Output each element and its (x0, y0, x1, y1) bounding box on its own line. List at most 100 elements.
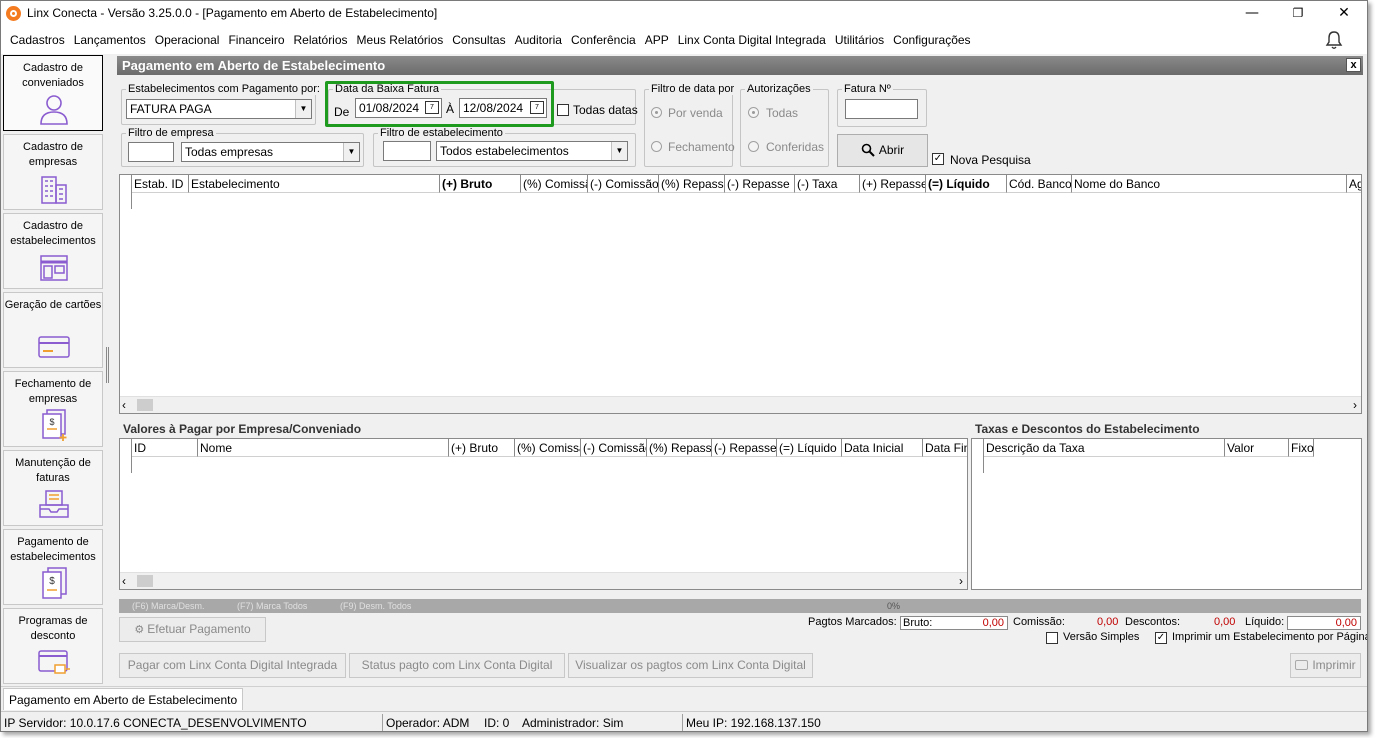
valores-grid[interactable]: ID Nome (+) Bruto (%) Comissão (-) Comis… (119, 438, 968, 590)
sidebar-item-estabelecimentos[interactable]: Cadastro de estabelecimentos (3, 213, 103, 289)
col-bruto[interactable]: (+) Bruto (449, 439, 515, 457)
minimize-button[interactable]: — (1229, 1, 1275, 26)
tab-pagamento-aberto[interactable]: Pagamento em Aberto de Estabelecimento (3, 688, 244, 710)
todas-datas-checkbox[interactable] (557, 104, 569, 116)
empresa-code-input[interactable] (128, 142, 174, 162)
sidebar-item-empresas[interactable]: Cadastro de empresas (3, 134, 103, 210)
col-agencia[interactable]: Ag (1347, 175, 1361, 193)
status-bar: IP Servidor: 10.0.17.6 CONECTA_DESENVOLV… (1, 711, 1367, 731)
sidebar-item-fechamento[interactable]: Fechamento de empresas $ (3, 371, 103, 447)
menu-cadastros[interactable]: Cadastros (10, 33, 65, 47)
col-bruto[interactable]: (+) Bruto (440, 175, 521, 193)
restore-button[interactable]: ❐ (1275, 1, 1321, 26)
estab-pagamento-select[interactable]: FATURA PAGA ▼ (126, 99, 312, 119)
sidebar-item-pagamento[interactable]: Pagamento de estabelecimentos $ (3, 529, 103, 605)
col-liquido[interactable]: (=) Líquido (777, 439, 842, 457)
versao-simples-checkbox[interactable] (1046, 632, 1058, 644)
visualizar-pagtos-button[interactable]: Visualizar os pagtos com Linx Conta Digi… (568, 653, 813, 678)
efetuar-pagamento-button[interactable]: ⚙ Efetuar Pagamento (119, 617, 266, 642)
col-perc-repasse[interactable]: (%) Repasse (659, 175, 725, 193)
status-pagto-button[interactable]: Status pagto com Linx Conta Digital (349, 653, 565, 678)
sidebar-item-cartoes[interactable]: Geração de cartões (3, 292, 103, 368)
panel-close-button[interactable]: x (1346, 58, 1361, 72)
col-valor[interactable]: Valor (1225, 439, 1289, 457)
scroll-left-icon[interactable]: ‹ (122, 397, 126, 413)
col-repasse-plus[interactable]: (+) Repasse (860, 175, 926, 193)
menu-linx-conta-digital[interactable]: Linx Conta Digital Integrada (678, 33, 826, 47)
col-repasse-minus[interactable]: (-) Repasse (725, 175, 795, 193)
chevron-down-icon[interactable]: ▼ (295, 100, 311, 118)
pagar-linx-button[interactable]: Pagar com Linx Conta Digital Integrada (119, 653, 346, 678)
fechamento-radio[interactable] (651, 141, 662, 152)
date-to-field[interactable]: 12/08/2024 7 (459, 98, 547, 118)
col-perc-comissao[interactable]: (%) Comissão (515, 439, 581, 457)
col-id[interactable]: ID (132, 439, 198, 457)
col-comissao[interactable]: (-) Comissão (581, 439, 647, 457)
sidebar-item-label: Pagamento de estabelecimentos (10, 536, 96, 563)
col-repasse[interactable]: (-) Repasse (712, 439, 777, 457)
estabelecimento-select[interactable]: Todos estabelecimentos ▼ (436, 141, 628, 161)
menu-financeiro[interactable]: Financeiro (228, 33, 284, 47)
chevron-down-icon[interactable]: ▼ (611, 142, 627, 160)
menu-relatorios[interactable]: Relatórios (294, 33, 348, 47)
scroll-thumb[interactable] (137, 575, 153, 587)
col-nome[interactable]: Nome (198, 439, 449, 457)
col-taxa[interactable]: (-) Taxa (795, 175, 860, 193)
col-estabelecimento[interactable]: Estabelecimento (189, 175, 440, 193)
sidebar-item-faturas[interactable]: Manutenção de faturas (3, 450, 103, 526)
menu-conferencia[interactable]: Conferência (571, 33, 636, 47)
menu-utilitarios[interactable]: Utilitários (835, 33, 884, 47)
scroll-thumb[interactable] (137, 399, 153, 411)
scroll-left-icon[interactable]: ‹ (122, 573, 126, 589)
calendar-icon[interactable]: 7 (530, 101, 544, 114)
col-fixo[interactable]: Fixo (1289, 439, 1314, 457)
grid-horizontal-scrollbar[interactable]: ‹ › (120, 572, 967, 589)
estabelecimentos-grid[interactable]: Estab. ID Estabelecimento (+) Bruto (%) … (119, 174, 1362, 414)
col-estab-id[interactable]: Estab. ID (132, 175, 189, 193)
por-venda-radio[interactable] (651, 107, 662, 118)
sidebar-splitter[interactable] (106, 347, 109, 383)
menu-app[interactable]: APP (645, 33, 669, 47)
menu-bar: Cadastros Lançamentos Operacional Financ… (1, 26, 1367, 54)
scroll-right-icon[interactable]: › (1353, 397, 1357, 413)
search-icon (861, 143, 875, 157)
col-data-final[interactable]: Data Final (923, 439, 967, 457)
nova-pesquisa-checkbox[interactable]: ✓ (932, 153, 944, 165)
close-button[interactable]: ✕ (1321, 1, 1367, 26)
imprimir-um-checkbox[interactable]: ✓ (1155, 632, 1167, 644)
col-liquido[interactable]: (=) Líquido (926, 175, 1007, 193)
col-perc-comissao[interactable]: (%) Comissão (521, 175, 588, 193)
col-perc-repasse[interactable]: (%) Repasse (647, 439, 712, 457)
menu-auditoria[interactable]: Auditoria (515, 33, 562, 47)
liquido-label: Líquido: (1245, 616, 1285, 628)
col-cod-banco[interactable]: Cód. Banco (1007, 175, 1072, 193)
col-nome-banco[interactable]: Nome do Banco (1072, 175, 1347, 193)
estabelecimento-code-input[interactable] (383, 141, 431, 161)
calendar-icon[interactable]: 7 (425, 101, 439, 114)
sidebar-item-label: Programas de desconto (18, 615, 88, 642)
menu-lancamentos[interactable]: Lançamentos (74, 33, 146, 47)
abrir-button[interactable]: Abrir (837, 134, 928, 167)
sidebar-item-descontos[interactable]: Programas de desconto (3, 608, 103, 684)
empresa-select[interactable]: Todas empresas ▼ (181, 142, 360, 162)
fatura-input[interactable] (845, 99, 918, 119)
bell-icon[interactable] (1323, 29, 1345, 51)
scroll-right-icon[interactable]: › (959, 573, 963, 589)
sidebar-item-conveniados[interactable]: Cadastro de conveniados (3, 55, 103, 131)
todas-radio[interactable] (748, 107, 759, 118)
menu-operacional[interactable]: Operacional (155, 33, 220, 47)
chevron-down-icon[interactable]: ▼ (343, 143, 359, 161)
panel-title-bar: Pagamento em Aberto de Estabelecimento x (117, 56, 1363, 75)
menu-consultas[interactable]: Consultas (452, 33, 505, 47)
date-from-field[interactable]: 01/08/2024 7 (355, 98, 442, 118)
menu-meus-relatorios[interactable]: Meus Relatórios (357, 33, 444, 47)
status-operador: Operador: ADM (386, 716, 470, 730)
col-comissao[interactable]: (-) Comissão (588, 175, 659, 193)
col-descricao-taxa[interactable]: Descrição da Taxa (984, 439, 1225, 457)
col-data-inicial[interactable]: Data Inicial (842, 439, 923, 457)
conferidas-radio[interactable] (748, 141, 759, 152)
menu-configuracoes[interactable]: Configurações (893, 33, 970, 47)
grid-horizontal-scrollbar[interactable]: ‹ › (120, 396, 1361, 413)
imprimir-button[interactable]: Imprimir (1290, 653, 1361, 678)
taxas-grid[interactable]: Descrição da Taxa Valor Fixo (971, 438, 1362, 590)
